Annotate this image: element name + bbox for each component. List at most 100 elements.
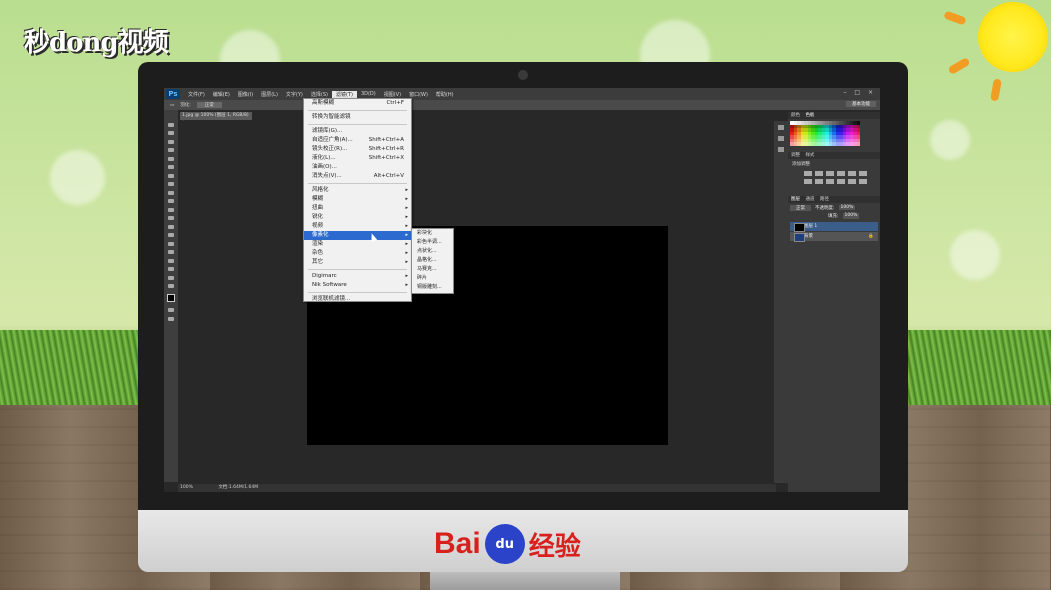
filter-menu-item[interactable]: 消失点(V)... Alt+Ctrl+V [304,172,411,181]
brightness-icon[interactable] [804,170,812,176]
path-select-tool-icon[interactable] [168,258,174,263]
pixelate-submenu-item[interactable]: 彩块化 [412,229,453,238]
color-swatches-icon[interactable] [167,294,175,302]
filter-menu-item[interactable]: 杂色 ▸ [304,249,411,258]
move-tool-icon[interactable] [168,122,174,127]
pixelate-submenu-item[interactable]: 马赛克... [412,265,453,274]
zoom-level[interactable]: 100% [180,485,193,490]
menu-type[interactable]: 文字(Y) [282,91,307,98]
filter-menu-item[interactable]: 浏览联机滤镜... [304,295,411,304]
filter-menu-item[interactable]: 扭曲 ▸ [304,204,411,213]
exposure-icon[interactable] [837,170,845,176]
layer-row[interactable]: 图层 1 [790,221,878,232]
shape-tool-icon[interactable] [168,267,174,271]
pixelate-submenu-item[interactable]: 彩色半调... [412,238,453,247]
brush-tool-icon[interactable] [168,182,174,186]
hue-icon[interactable] [859,170,867,176]
channel-mixer-icon[interactable] [837,178,845,184]
tab-adjustments[interactable]: 调整 [791,153,800,158]
document-tab[interactable]: 1.jpg @ 100% (图层 1, RGB/8) * [180,112,252,126]
stamp-tool-icon[interactable] [168,190,174,195]
filter-menu-item[interactable]: 自适应广角(A)... Shift+Ctrl+A [304,136,411,145]
pixelate-submenu-item[interactable]: 晶格化... [412,256,453,265]
tab-paths[interactable]: 路径 [820,197,829,202]
bw-icon[interactable] [815,178,823,184]
workspace-select[interactable]: 基本功能 [846,101,876,107]
pixelate-submenu-item[interactable]: 点状化... [412,247,453,256]
menu-image[interactable]: 图像(I) [234,91,257,98]
screen-mode-icon[interactable] [168,316,174,321]
crop-tool-icon[interactable] [168,156,174,161]
quick-mask-icon[interactable] [168,308,174,312]
zoom-tool-icon[interactable] [168,284,174,288]
dodge-tool-icon[interactable] [168,233,174,237]
tab-styles[interactable]: 样式 [805,153,814,158]
menu-file[interactable]: 文件(F) [184,91,209,98]
eraser-tool-icon[interactable] [168,207,174,212]
filter-menu-item[interactable]: 模糊 ▸ [304,195,411,204]
filter-menu-item[interactable]: 液化(L)... Shift+Ctrl+X [304,154,411,163]
properties-panel-icon[interactable] [778,136,784,141]
fill-field[interactable]: 100% [842,212,860,219]
menu-help[interactable]: 帮助(H) [432,91,458,98]
filter-menu-item[interactable]: Nik Software ▸ [304,281,411,290]
color-balance-icon[interactable] [804,178,812,184]
vibrance-icon[interactable] [848,170,856,176]
healing-tool-icon[interactable] [168,173,174,178]
menu-filter[interactable]: 滤镜(T) [331,90,357,98]
posterize-icon[interactable] [859,178,867,184]
filter-menu-item[interactable]: 镜头校正(R)... Shift+Ctrl+R [304,145,411,154]
filter-menu-item[interactable]: 渲染 ▸ [304,240,411,249]
filter-menu-item[interactable]: 风格化 ▸ [304,186,411,195]
tab-layers[interactable]: 图层 [791,197,800,202]
filter-menu-item[interactable]: 转换为智能滤镜 [304,113,411,122]
menu-3d[interactable]: 3D(D) [357,91,380,97]
tab-swatches[interactable]: 色板 [805,113,814,118]
filter-menu-item[interactable]: 高斯模糊 Ctrl+F [304,99,411,108]
layers-panel-tabs[interactable]: 图层 通道 路径 [788,195,880,203]
history-brush-tool-icon[interactable] [168,199,174,203]
info-panel-icon[interactable] [778,147,784,152]
style-select[interactable]: 正常 [196,102,222,108]
pixelate-submenu-item[interactable]: 碎片 [412,274,453,283]
filter-menu-item[interactable]: 滤镜库(G)... [304,127,411,136]
filter-menu-item[interactable]: 锐化 ▸ [304,213,411,222]
swatches-panel-tabs[interactable]: 颜色 色板 [788,112,880,119]
tab-channels[interactable]: 通道 [805,197,814,202]
swatch-cell[interactable] [856,142,860,146]
filter-menu-item[interactable]: 像素化 ▸ [304,231,411,240]
blur-tool-icon[interactable] [168,224,174,229]
pixelate-submenu-item[interactable]: 铜版雕刻... [412,283,453,292]
invert-icon[interactable] [848,178,856,184]
menu-layer[interactable]: 图层(L) [257,91,282,98]
gradient-tool-icon[interactable] [168,216,174,220]
blend-mode-select[interactable]: 正常 [790,204,811,211]
marquee-tool-icon[interactable] [168,131,174,135]
layer-row[interactable]: 背景 🔒 [790,231,878,242]
eyedropper-tool-icon[interactable] [168,165,174,169]
marquee-tool-icon[interactable]: ▭ [170,103,174,108]
levels-icon[interactable] [815,170,823,176]
filter-menu-item[interactable]: 视频 ▸ [304,222,411,231]
menu-select[interactable]: 选择(S) [307,91,332,98]
tab-color[interactable]: 颜色 [791,113,800,118]
pen-tool-icon[interactable] [168,241,174,246]
type-tool-icon[interactable] [168,250,174,254]
window-controls[interactable]: – □ × [843,89,876,96]
filter-menu-item[interactable]: Digimarc ▸ [304,272,411,281]
swatch-grid[interactable] [790,121,880,146]
menu-edit[interactable]: 编辑(E) [209,91,234,98]
curves-icon[interactable] [826,170,834,176]
quick-select-tool-icon[interactable] [168,148,174,152]
filter-menu-item[interactable]: 其它 ▸ [304,258,411,267]
shortcut-label: Shift+Ctrl+A [368,137,404,143]
history-panel-icon[interactable] [778,125,784,130]
photo-filter-icon[interactable] [826,178,834,184]
opacity-field[interactable]: 100% [838,205,856,210]
lasso-tool-icon[interactable] [168,139,174,144]
hand-tool-icon[interactable] [168,275,174,280]
menu-window[interactable]: 窗口(W) [405,91,432,98]
adjustments-panel-tabs[interactable]: 调整 样式 [788,151,880,159]
filter-menu-item[interactable]: 油画(O)... [304,163,411,172]
menu-view[interactable]: 视图(V) [380,91,405,98]
